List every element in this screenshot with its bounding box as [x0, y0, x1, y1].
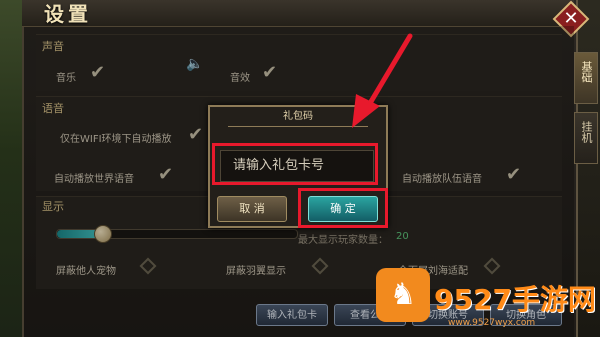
- page-title: 设置: [44, 2, 92, 26]
- tab-idle-label: 挂机: [580, 121, 593, 143]
- tab-basic-label: 基础: [580, 61, 593, 83]
- confirm-highlight-box: [298, 188, 388, 228]
- watermark-brand: 9527手游网: [434, 283, 596, 316]
- input-highlight-box: [212, 143, 378, 185]
- tab-basic[interactable]: 基础: [574, 52, 598, 104]
- watermark-logo-icon: ♞: [376, 268, 430, 322]
- cancel-button[interactable]: 取 消: [217, 196, 287, 222]
- settings-titlebar: [22, 0, 574, 27]
- annotation-arrow-icon: [352, 33, 413, 128]
- watermark-url: www.9527wyx.com: [448, 318, 536, 328]
- tab-idle[interactable]: 挂机: [574, 112, 598, 164]
